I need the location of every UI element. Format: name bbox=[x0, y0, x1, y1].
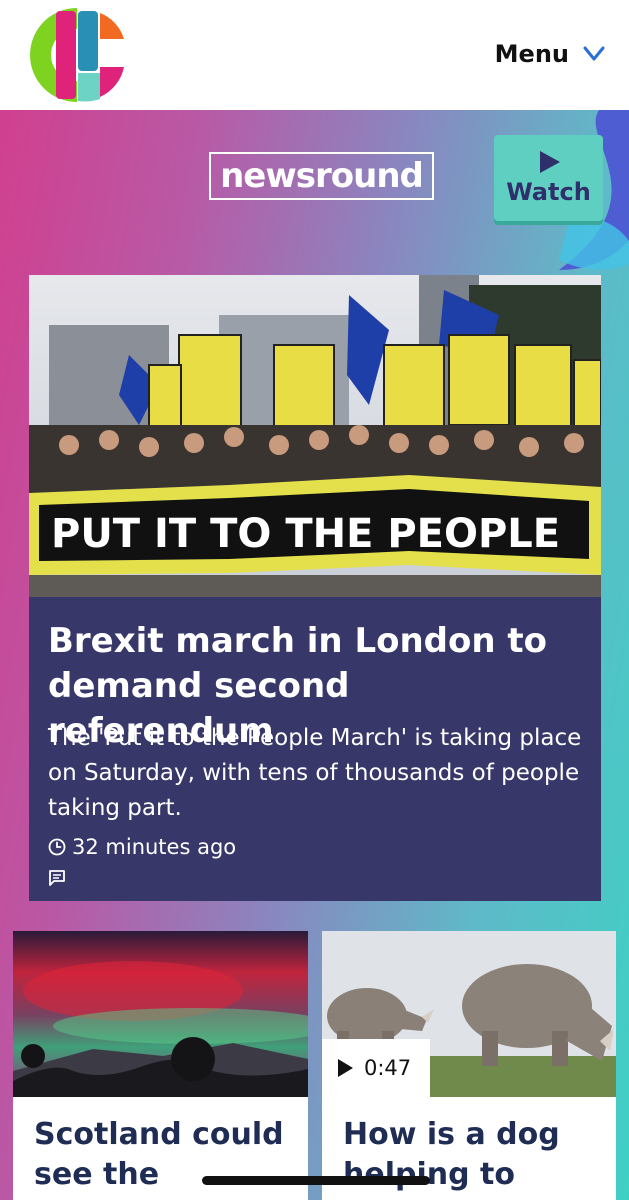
top-bar: Menu bbox=[0, 0, 629, 110]
protest-photo: PUT IT TO THE PEOPLE bbox=[29, 275, 601, 597]
newsround-logo[interactable]: newsround bbox=[209, 152, 434, 200]
play-icon bbox=[338, 1059, 353, 1077]
time-text: 32 minutes ago bbox=[72, 835, 237, 859]
home-indicator[interactable] bbox=[202, 1176, 430, 1185]
cbbc-logo-icon[interactable] bbox=[28, 5, 126, 105]
story-timestamp: 32 minutes ago bbox=[48, 835, 236, 859]
main-story-card[interactable]: PUT IT TO THE PEOPLE Brexit march in Lon… bbox=[29, 275, 601, 901]
story-title[interactable]: How is a dog helping to save bbox=[343, 1115, 603, 1200]
play-icon bbox=[539, 151, 560, 173]
menu-button[interactable]: Menu bbox=[495, 40, 605, 68]
aurora-photo bbox=[13, 931, 308, 1097]
aurora-image[interactable] bbox=[13, 931, 308, 1097]
main-story-summary: The 'Put it to the People March' is taki… bbox=[48, 725, 582, 821]
menu-label: Menu bbox=[494, 40, 569, 68]
duration-text: 0:47 bbox=[364, 1056, 412, 1080]
watch-button[interactable]: Watch bbox=[494, 135, 603, 221]
main-story-image[interactable]: PUT IT TO THE PEOPLE bbox=[29, 275, 601, 597]
brand-name: newsround bbox=[220, 156, 424, 196]
comment-icon[interactable] bbox=[48, 869, 66, 887]
story-card-aurora[interactable]: Scotland could see the bbox=[13, 931, 308, 1200]
content-area: newsround Watch PUT IT TO THE PEOPLE Bre… bbox=[0, 110, 629, 1200]
banner-text: PUT IT TO THE PEOPLE bbox=[51, 511, 560, 557]
chevron-down-icon bbox=[583, 46, 605, 61]
story-card-rhinos[interactable]: 0:47 How is a dog helping to save bbox=[322, 931, 616, 1200]
video-duration-badge[interactable]: 0:47 bbox=[322, 1039, 430, 1097]
clock-icon bbox=[48, 838, 66, 856]
watch-label: Watch bbox=[506, 178, 591, 206]
